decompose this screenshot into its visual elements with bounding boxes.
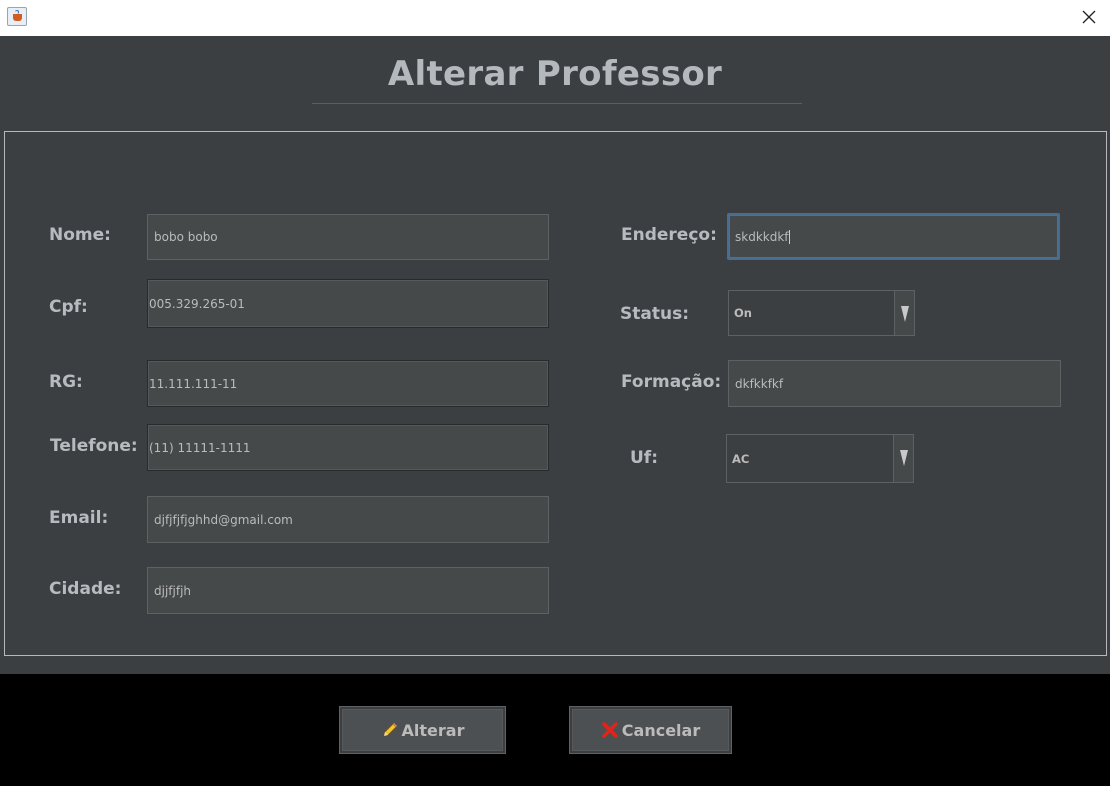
- text-caret: [788, 229, 790, 244]
- alterar-label: Alterar: [401, 720, 465, 740]
- page-title: Alterar Professor: [387, 54, 723, 94]
- uf-value: AC: [732, 451, 750, 466]
- window-titlebar: [0, 0, 1110, 36]
- close-button[interactable]: [1070, 0, 1110, 36]
- telefone-input[interactable]: (11) 11111-1111: [147, 424, 549, 471]
- endereco-value: skdkkdkf: [735, 229, 789, 244]
- email-input[interactable]: djfjfjfjghhd@gmail.com: [147, 496, 549, 543]
- main-content: Alterar Professor Nome: bobo bobo Cpf: 0…: [0, 36, 1110, 674]
- uf-label: Uf:: [630, 448, 658, 468]
- nome-input[interactable]: bobo bobo: [147, 214, 549, 260]
- title-divider: [312, 103, 802, 104]
- status-select[interactable]: On: [728, 290, 915, 336]
- rg-label: RG:: [49, 372, 83, 392]
- alterar-button[interactable]: Alterar: [339, 706, 506, 754]
- cidade-input[interactable]: djjfjfjh: [147, 567, 549, 614]
- rg-input[interactable]: 11.111.111-11: [147, 360, 549, 407]
- java-cup-icon: [7, 7, 27, 26]
- formacao-label: Formação:: [621, 372, 722, 392]
- email-label: Email:: [49, 508, 109, 528]
- uf-dropdown-button[interactable]: [893, 435, 913, 482]
- status-value: On: [734, 306, 752, 320]
- status-label: Status:: [620, 304, 689, 324]
- close-icon: [1082, 10, 1096, 24]
- cancelar-label: Cancelar: [621, 720, 701, 740]
- endereco-label: Endereço:: [621, 225, 717, 245]
- pencil-icon: [381, 721, 399, 739]
- telefone-label: Telefone:: [50, 436, 138, 456]
- cpf-input[interactable]: 005.329.265-01: [147, 279, 549, 328]
- cidade-label: Cidade:: [49, 579, 122, 599]
- chevron-down-icon: [900, 450, 908, 466]
- cancelar-button[interactable]: Cancelar: [569, 706, 732, 754]
- uf-select[interactable]: AC: [726, 434, 914, 483]
- endereco-input[interactable]: skdkkdkf: [727, 213, 1060, 260]
- status-dropdown-button[interactable]: [894, 291, 914, 335]
- cpf-label: Cpf:: [49, 297, 88, 317]
- red-x-icon: [601, 721, 619, 739]
- formacao-input[interactable]: dkfkkfkf: [728, 360, 1061, 407]
- chevron-down-icon: [901, 306, 909, 322]
- button-bar: Alterar Cancelar: [0, 674, 1110, 786]
- nome-label: Nome:: [49, 225, 111, 245]
